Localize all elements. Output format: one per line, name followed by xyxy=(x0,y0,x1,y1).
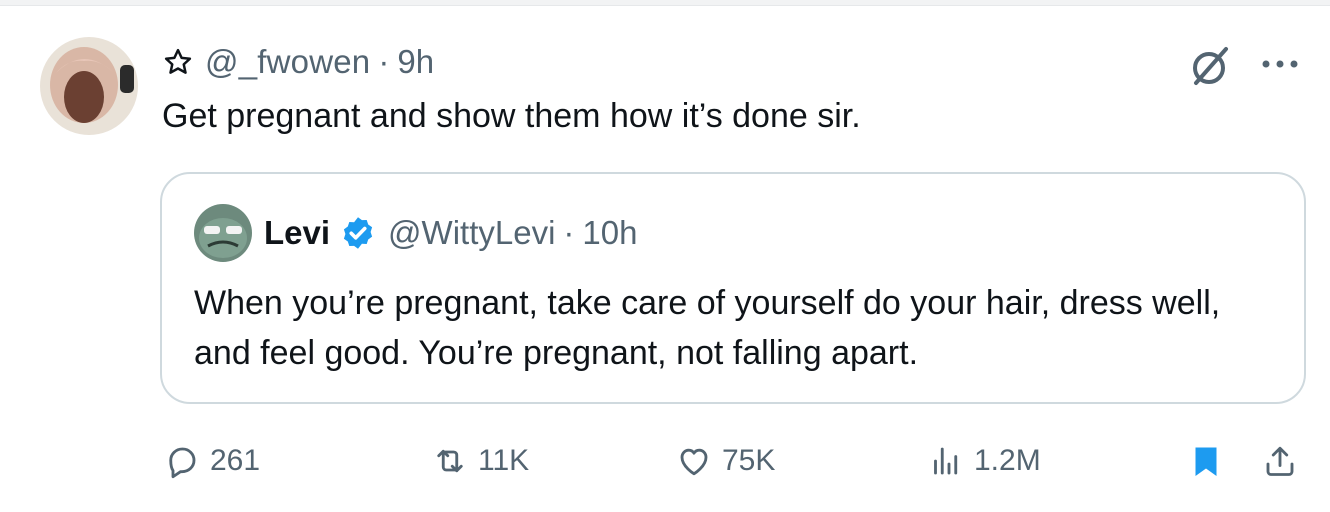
views-icon xyxy=(934,447,958,475)
quoted-author-name[interactable]: Levi xyxy=(264,214,330,252)
tweet-text: Get pregnant and show them how it’s done… xyxy=(162,97,861,135)
author-avatar[interactable] xyxy=(40,37,138,135)
tweet-header: @_fwowen · 9h xyxy=(163,40,434,84)
share-icon xyxy=(1266,446,1294,476)
quoted-header: Levi @WittyLevi · 10h xyxy=(264,210,637,256)
like-count: 75K xyxy=(722,444,776,477)
quoted-text: When you’re pregnant, take care of yours… xyxy=(194,284,1221,372)
like-button[interactable]: 75K xyxy=(676,436,775,486)
top-divider xyxy=(0,0,1330,6)
repost-count: 11K xyxy=(478,444,530,477)
reply-button[interactable]: 261 xyxy=(164,436,260,486)
like-icon xyxy=(680,448,708,476)
author-handle[interactable]: @_fwowen xyxy=(205,43,370,81)
bookmark-icon xyxy=(1195,447,1217,476)
views-count: 1.2M xyxy=(974,444,1041,477)
share-button[interactable] xyxy=(1262,436,1298,486)
quoted-author-avatar[interactable] xyxy=(194,204,252,262)
quoted-author-handle[interactable]: @WittyLevi xyxy=(388,214,555,252)
views-button[interactable]: 1.2M xyxy=(928,436,1041,486)
repost-icon xyxy=(437,449,463,473)
quoted-tweet[interactable]: Levi @WittyLevi · 10h When you’re pregna… xyxy=(160,172,1306,404)
reply-icon xyxy=(169,447,196,479)
reply-count: 261 xyxy=(210,444,261,477)
quoted-time[interactable]: 10h xyxy=(582,214,637,252)
more-icon[interactable] xyxy=(1256,52,1304,76)
star-icon[interactable] xyxy=(163,47,193,77)
bookmark-button[interactable] xyxy=(1188,436,1224,486)
grok-icon[interactable] xyxy=(1188,43,1234,89)
separator-dot: · xyxy=(563,214,575,251)
verified-badge-icon xyxy=(343,217,373,249)
action-bar: 261 11K 75K 1.2M xyxy=(0,436,1330,486)
separator-dot: · xyxy=(378,43,390,80)
repost-button[interactable]: 11K xyxy=(432,436,529,486)
tweet-time[interactable]: 9h xyxy=(397,43,434,81)
